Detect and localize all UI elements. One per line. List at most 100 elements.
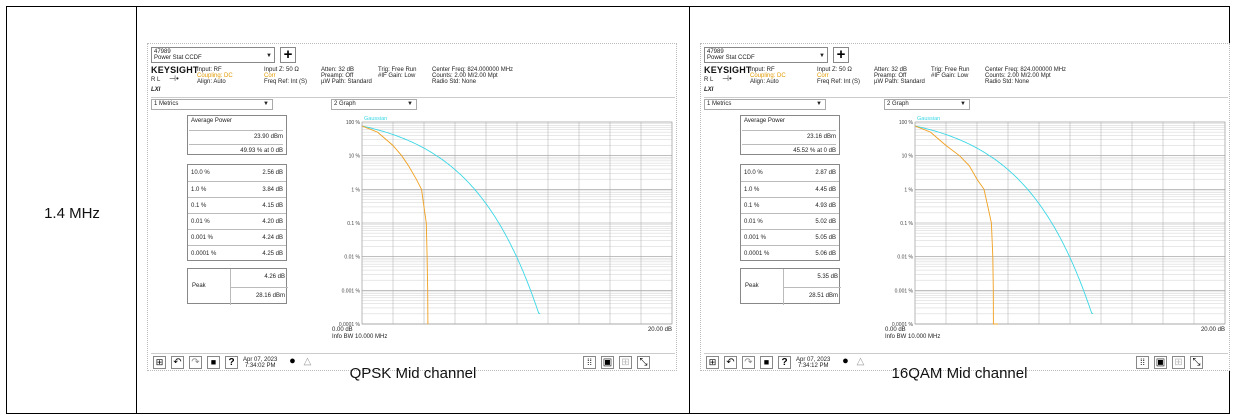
ccdf-probability: 10.0 % <box>191 170 210 176</box>
ccdf-probability: 0.01 % <box>191 219 210 225</box>
y-tick-label: 0.01 % <box>897 255 913 261</box>
metrics-window-dropdown[interactable]: 1 Metrics ▼ <box>151 99 273 110</box>
average-power-dbm: 23.16 dBm <box>742 130 836 140</box>
y-tick-label: 100 % <box>346 120 361 126</box>
gaussian-legend: Gaussian <box>364 116 387 122</box>
ccdf-probability: 0.0001 % <box>744 251 770 257</box>
dropdown-arrow-icon: ▼ <box>266 53 272 59</box>
y-tick-label: 0.001 % <box>895 288 914 294</box>
y-tick-label: 10 % <box>349 154 361 160</box>
average-power-box: Average Power 23.16 dBm 45.52 % at 0 dB <box>740 115 840 155</box>
ccdf-value: 4.24 dB <box>262 235 283 241</box>
ccdf-row: 1.0 % 3.84 dB <box>188 181 286 197</box>
y-tick-label: 0.01 % <box>344 255 360 261</box>
average-power-percent: 45.52 % at 0 dB <box>742 144 836 154</box>
ccdf-row: 10.0 % 2.87 dB <box>741 165 839 181</box>
metrics-window-label: 1 Metrics <box>707 101 732 107</box>
panel-cell-16qam: 47989 Power Stat CCDF ▼ + KEYSIGHT R L ⊣… <box>690 7 1230 413</box>
x-axis-right-label: 20.00 dB <box>648 327 672 333</box>
y-tick-label: 0.1 % <box>347 221 360 227</box>
graph-window-label: 2 Graph <box>887 101 909 107</box>
peak-dbm: 28.16 dBm <box>230 287 288 305</box>
add-button[interactable]: + <box>833 47 849 63</box>
if-gain-setting: #IF Gain: Low <box>931 73 969 79</box>
ccdf-row: 0.0001 % 4.25 dB <box>188 245 286 261</box>
radio-std-setting: Radio Std: None <box>985 79 1030 85</box>
average-power-label: Average Power <box>191 118 232 124</box>
ccdf-probability: 1.0 % <box>191 187 207 193</box>
chevron-down-icon: ▼ <box>960 101 966 107</box>
uw-path-setting: µW Path: Standard <box>321 79 372 85</box>
panel-cell-qpsk: 47989 Power Stat CCDF ▼ + KEYSIGHT R L ⊣… <box>137 7 690 413</box>
ccdf-row: 0.1 % 4.93 dB <box>741 197 839 213</box>
ccdf-value: 2.56 dB <box>262 170 283 176</box>
ccdf-graph: 100 % 10 % 1 % 0.1 % 0.01 % 0.001 % 0.0001 % Ga… <box>332 112 674 349</box>
ccdf-row: 0.01 % 4.20 dB <box>188 213 286 229</box>
rl-indicator: R L <box>151 77 161 83</box>
measurement-name: Power Stat CCDF <box>707 55 755 62</box>
ccdf-probability: 10.0 % <box>744 170 763 176</box>
chevron-down-icon: ▼ <box>816 101 822 107</box>
ccdf-value: 4.15 dB <box>262 203 283 209</box>
ccdf-value: 2.87 dB <box>815 170 836 176</box>
freq-ref-setting: Freq Ref: Int (S) <box>817 79 861 85</box>
ccdf-probability: 0.0001 % <box>191 251 217 257</box>
metrics-panel: Average Power 23.90 dBm 49.93 % at 0 dB … <box>151 112 326 349</box>
metrics-window-dropdown[interactable]: 1 Metrics ▼ <box>704 99 826 110</box>
x-axis-right-label: 20.00 dB <box>1201 327 1225 333</box>
settings-header: KEYSIGHT R L ⊣• LXI Input: RF Coupling: … <box>704 65 1228 98</box>
ccdf-row: 0.01 % 5.02 dB <box>741 213 839 229</box>
graph-window-dropdown[interactable]: 2 Graph ▼ <box>884 99 970 110</box>
rf-input-icon: ⊣• <box>722 74 732 83</box>
align-setting: Align: Auto <box>197 79 226 85</box>
peak-label: Peak <box>745 283 759 289</box>
row-label: 1.4 MHz <box>44 205 100 222</box>
ccdf-row: 0.1 % 4.15 dB <box>188 197 286 213</box>
y-tick-label: 100 % <box>899 120 914 126</box>
ccdf-value: 3.84 dB <box>262 187 283 193</box>
x-axis-left-label: 0.00 dB <box>332 327 353 333</box>
ccdf-value: 4.25 dB <box>262 251 283 257</box>
y-tick-label: 0.001 % <box>342 288 361 294</box>
rl-indicator: R L <box>704 77 714 83</box>
rf-input-icon: ⊣• <box>169 74 179 83</box>
average-power-percent: 49.93 % at 0 dB <box>189 144 283 154</box>
average-power-label: Average Power <box>744 118 785 124</box>
freq-ref-setting: Freq Ref: Int (S) <box>264 79 308 85</box>
ccdf-probability: 0.1 % <box>744 203 760 209</box>
uw-path-setting: µW Path: Standard <box>874 79 925 85</box>
ccdf-plot: 100 %10 %1 %0.1 %0.01 %0.001 %0.0001 %Ga… <box>332 116 673 340</box>
measurement-selector[interactable]: 47989 Power Stat CCDF ▼ <box>151 47 275 63</box>
ccdf-value: 5.06 dB <box>815 251 836 257</box>
ccdf-probability: 0.1 % <box>191 203 207 209</box>
window-toolbar: 1 Metrics ▼ 2 Graph ▼ <box>704 99 1228 110</box>
dropdown-arrow-icon: ▼ <box>819 53 825 59</box>
radio-std-setting: Radio Std: None <box>432 79 477 85</box>
ccdf-row: 0.001 % 5.05 dB <box>741 229 839 245</box>
ccdf-probability: 0.001 % <box>191 235 214 241</box>
settings-header: KEYSIGHT R L ⊣• LXI Input: RF Coupling: … <box>151 65 675 98</box>
ccdf-row: 10.0 % 2.56 dB <box>188 165 286 181</box>
gaussian-legend: Gaussian <box>917 116 940 122</box>
peak-box: Peak 4.26 dB 28.16 dBm <box>187 268 288 305</box>
y-tick-label: 0.1 % <box>900 221 913 227</box>
graph-window-dropdown[interactable]: 2 Graph ▼ <box>331 99 417 110</box>
ccdf-value: 5.05 dB <box>815 235 836 241</box>
peak-label: Peak <box>192 283 206 289</box>
chevron-down-icon: ▼ <box>407 101 413 107</box>
analyzer-screenshot: 47989 Power Stat CCDF ▼ + KEYSIGHT R L ⊣… <box>700 43 1230 371</box>
add-button[interactable]: + <box>280 47 296 63</box>
metrics-panel: Average Power 23.16 dBm 45.52 % at 0 dB … <box>704 112 879 349</box>
lxi-indicator: LXI <box>704 87 714 93</box>
info-bw-label: Info BW 10.000 MHz <box>332 334 387 340</box>
ccdf-row: 0.0001 % 5.06 dB <box>741 245 839 261</box>
info-bw-label: Info BW 10.000 MHz <box>885 334 940 340</box>
ccdf-value: 5.02 dB <box>815 219 836 225</box>
align-setting: Align: Auto <box>750 79 779 85</box>
peak-dbm: 28.51 dBm <box>783 287 841 305</box>
ccdf-graph: 100 % 10 % 1 % 0.1 % 0.01 % 0.001 % 0.0001 % Ga… <box>885 112 1227 349</box>
ccdf-probability: 0.01 % <box>744 219 763 225</box>
y-tick-label: 1 % <box>351 187 360 193</box>
measurement-selector[interactable]: 47989 Power Stat CCDF ▼ <box>704 47 828 63</box>
average-power-box: Average Power 23.90 dBm 49.93 % at 0 dB <box>187 115 287 155</box>
